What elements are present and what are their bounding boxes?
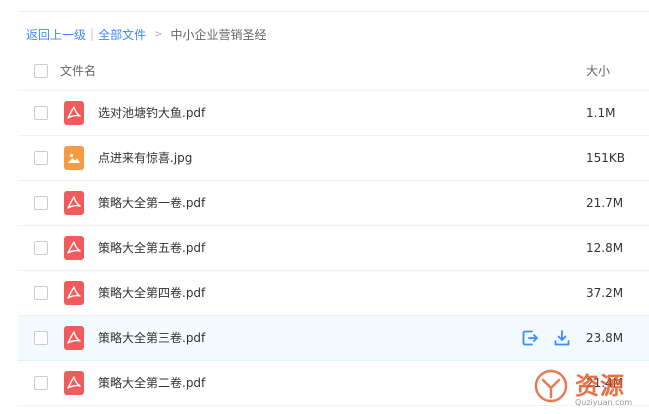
pdf-file-icon <box>64 371 84 395</box>
row-checkbox[interactable] <box>34 376 48 390</box>
file-name[interactable]: 策略大全第三卷.pdf <box>98 316 205 360</box>
pdf-file-icon <box>64 101 84 125</box>
watermark-logo-icon <box>534 369 568 403</box>
file-row[interactable]: 策略大全第一卷.pdf 21.7M <box>18 181 649 226</box>
watermark: 资源 Quziyuan.com <box>531 364 649 414</box>
breadcrumb-arrow: > <box>154 28 163 40</box>
file-name[interactable]: 点进来有惊喜.jpg <box>98 136 192 180</box>
file-list: 文件名 大小 选对池塘钓大鱼.pdf 1.1M 点进来有惊喜.jpg 151KB… <box>18 52 649 406</box>
row-checkbox[interactable] <box>34 241 48 255</box>
row-checkbox[interactable] <box>34 196 48 210</box>
breadcrumb-separator: | <box>90 27 95 41</box>
row-checkbox[interactable] <box>34 286 48 300</box>
image-file-icon <box>64 146 84 170</box>
file-name[interactable]: 选对池塘钓大鱼.pdf <box>98 91 205 135</box>
row-checkbox[interactable] <box>34 331 48 345</box>
file-row[interactable]: 策略大全第五卷.pdf 12.8M <box>18 226 649 271</box>
file-row[interactable]: 点进来有惊喜.jpg 151KB <box>18 136 649 181</box>
row-checkbox[interactable] <box>34 106 48 120</box>
column-header-name[interactable]: 文件名 <box>60 52 96 90</box>
file-size: 37.2M <box>586 286 624 300</box>
pdf-file-icon <box>64 236 84 260</box>
pdf-file-icon <box>64 281 84 305</box>
share-icon[interactable] <box>520 328 540 348</box>
file-name[interactable]: 策略大全第二卷.pdf <box>98 361 205 405</box>
file-name[interactable]: 策略大全第五卷.pdf <box>98 226 205 270</box>
pdf-file-icon <box>64 326 84 350</box>
row-actions <box>520 328 584 348</box>
file-row[interactable]: 策略大全第四卷.pdf 37.2M <box>18 271 649 316</box>
back-link[interactable]: 返回上一级 <box>26 26 86 43</box>
watermark-subtext: Quziyuan.com <box>575 398 633 407</box>
row-checkbox[interactable] <box>34 151 48 165</box>
file-row-hovered[interactable]: 策略大全第三卷.pdf 23.8M <box>18 316 649 361</box>
file-list-header: 文件名 大小 <box>18 52 649 91</box>
file-name[interactable]: 策略大全第四卷.pdf <box>98 271 205 315</box>
file-size: 12.8M <box>586 241 624 255</box>
watermark-text: 资源 <box>575 371 625 400</box>
top-divider <box>18 11 649 12</box>
file-row[interactable]: 选对池塘钓大鱼.pdf 1.1M <box>18 91 649 136</box>
file-size: 1.1M <box>586 106 616 120</box>
file-size: 21.7M <box>586 196 624 210</box>
column-header-size[interactable]: 大小 <box>586 52 610 90</box>
breadcrumb: 返回上一级 | 全部文件 > 中小企业营销圣经 <box>26 25 266 43</box>
file-size: 151KB <box>586 151 626 165</box>
file-name[interactable]: 策略大全第一卷.pdf <box>98 181 205 225</box>
all-files-link[interactable]: 全部文件 <box>98 26 146 43</box>
current-folder: 中小企业营销圣经 <box>170 27 267 42</box>
select-all-checkbox[interactable] <box>34 64 48 78</box>
file-size: 23.8M <box>586 331 624 345</box>
pdf-file-icon <box>64 191 84 215</box>
download-icon[interactable] <box>552 328 572 348</box>
